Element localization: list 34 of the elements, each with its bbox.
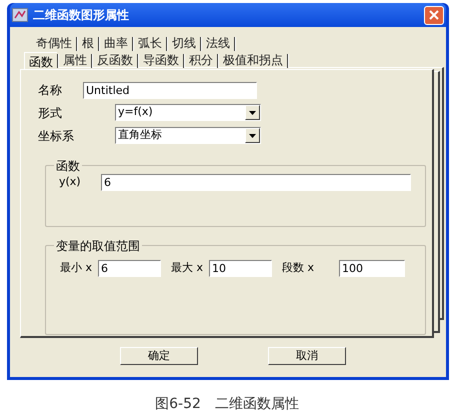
tab[interactable]: 法线	[202, 36, 234, 51]
group-title: 变量的取值范围	[54, 237, 142, 255]
dialog-button[interactable]: 确定	[120, 347, 198, 365]
tab[interactable]: 弧长	[134, 36, 166, 51]
dropdown[interactable]: y=f(x)	[115, 104, 261, 121]
field-label: 段数 x	[282, 260, 316, 276]
app-icon	[12, 8, 28, 22]
tab[interactable]: 极值和拐点	[219, 53, 287, 68]
field-label: 形式	[37, 104, 63, 122]
tab[interactable]: 曲率	[100, 36, 132, 51]
input-field[interactable]: 6	[98, 260, 161, 277]
tab[interactable]: 反函数	[93, 53, 137, 68]
field-label: 最大 x	[171, 260, 204, 276]
close-icon	[429, 10, 439, 20]
field-label: 名称	[37, 82, 63, 99]
tab[interactable]: 切线	[168, 36, 200, 51]
input-field[interactable]: 10	[209, 260, 272, 277]
field-label: 最小 x	[60, 260, 94, 276]
tab[interactable]: 导函数	[139, 53, 183, 68]
tab[interactable]: 函数	[24, 52, 57, 69]
input-field[interactable]: 6	[101, 174, 411, 191]
dialog-button[interactable]: 取消	[268, 347, 346, 365]
field-label: y(x)	[59, 174, 82, 190]
input-field[interactable]: Untitled	[83, 82, 257, 98]
close-button[interactable]	[424, 6, 444, 24]
dropdown[interactable]: 直角坐标	[115, 127, 261, 144]
tab[interactable]: 奇偶性	[32, 36, 76, 51]
figure-caption: 图6-52 二维函数属性	[154, 395, 300, 414]
input-field[interactable]: 100	[339, 260, 405, 277]
tab[interactable]: 积分	[185, 53, 217, 68]
tab[interactable]: 根	[78, 36, 98, 51]
tab[interactable]: 属性	[59, 53, 91, 68]
window-title: 二维函数图形属性	[33, 7, 129, 24]
field-label: 坐标系	[37, 128, 75, 144]
